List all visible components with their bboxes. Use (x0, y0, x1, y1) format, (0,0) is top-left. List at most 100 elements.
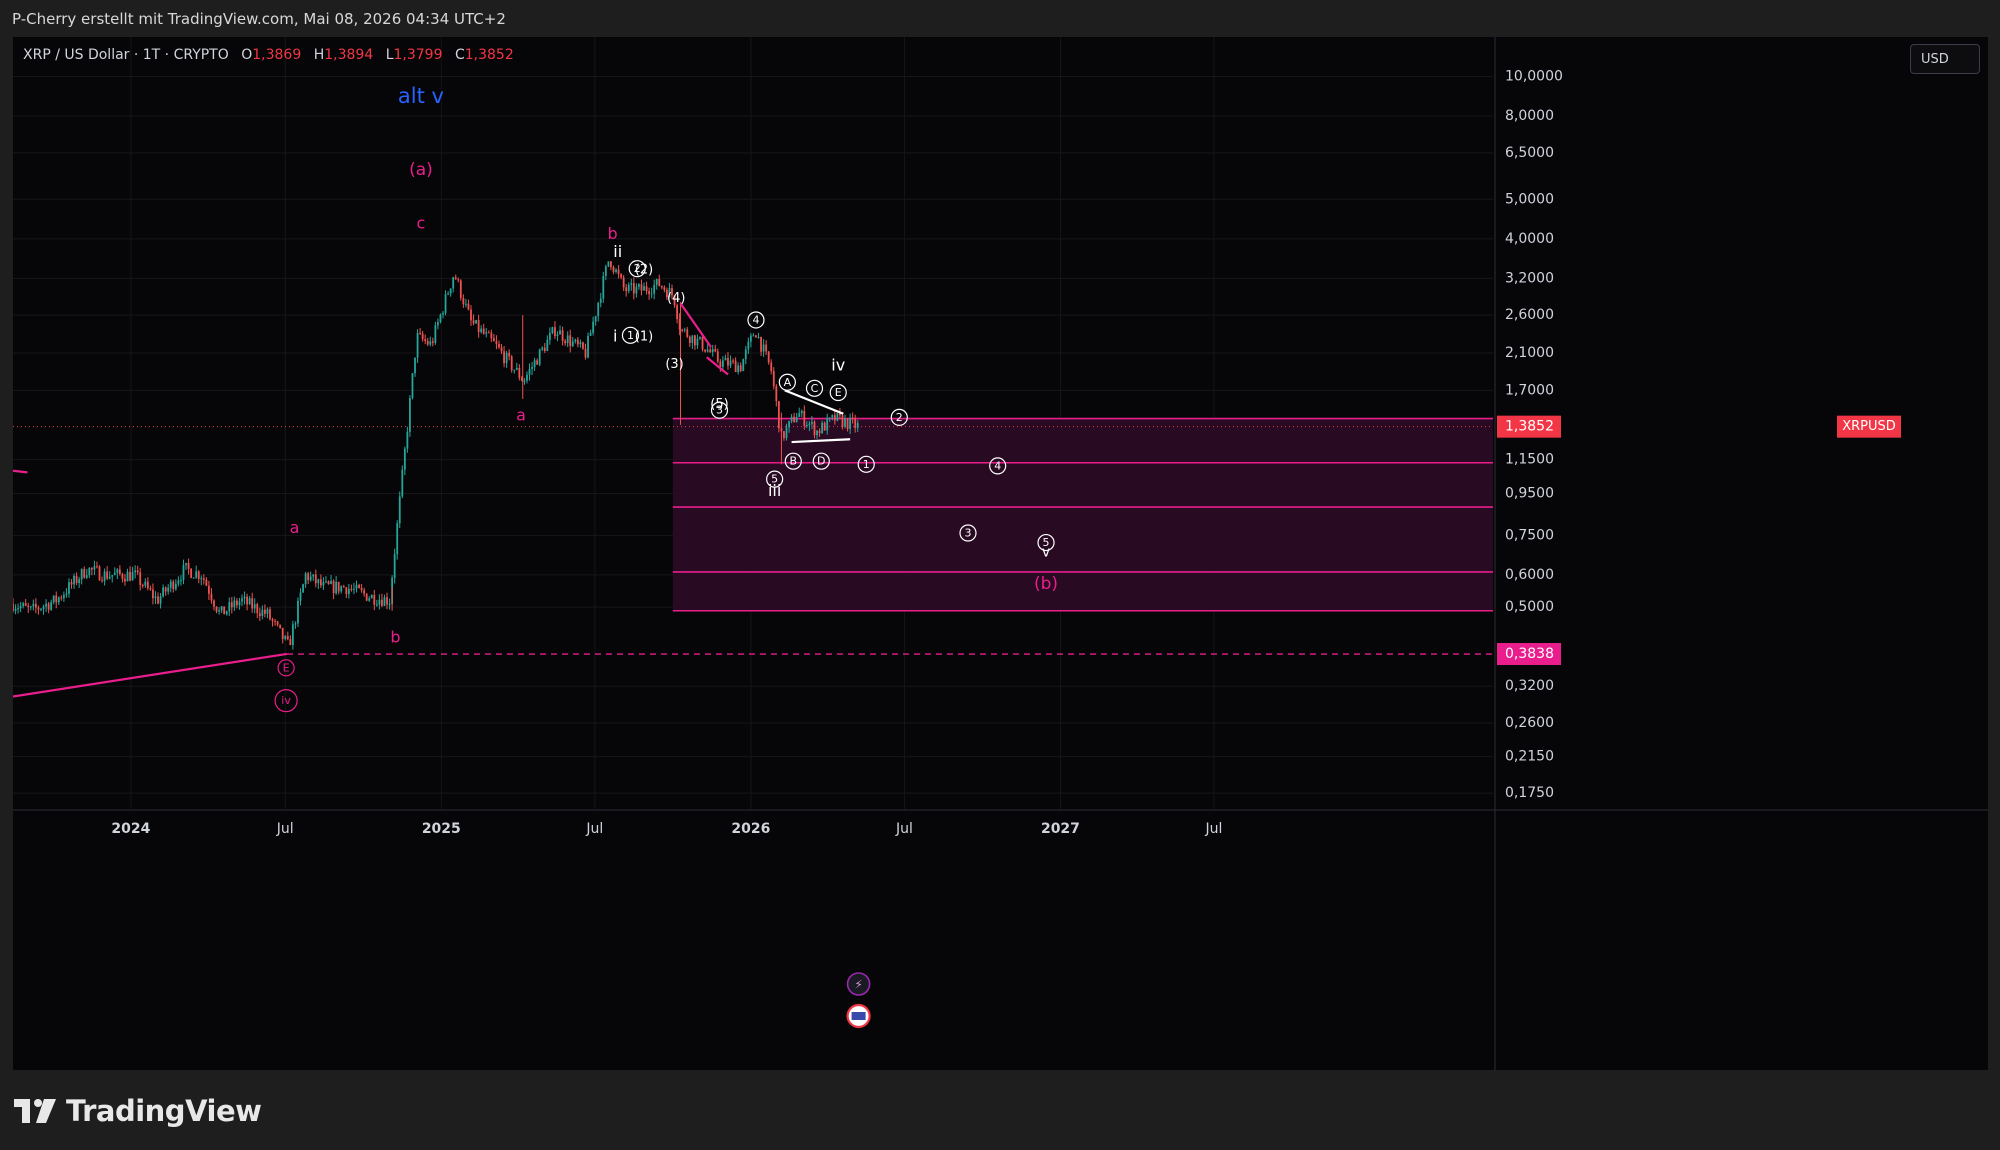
candle-body (180, 579, 182, 581)
wave-circle-label: 4 (994, 459, 1001, 472)
candle-body (503, 351, 505, 364)
candle-body (116, 569, 119, 573)
candle-body (495, 341, 498, 344)
candle-body (342, 586, 345, 588)
candle-body (508, 352, 511, 357)
candle-body (813, 421, 816, 436)
candle-body (849, 417, 852, 429)
candle-body (118, 569, 121, 574)
candle-body (437, 322, 439, 326)
price-tick-label: 1,1500 (1505, 452, 1554, 468)
candle-body (444, 294, 447, 313)
last-price-badge-label: 1,3852 (1505, 419, 1554, 435)
candle-body (325, 581, 327, 583)
wave-label: i (613, 326, 617, 345)
candle-body (498, 343, 500, 348)
candle-body (515, 367, 518, 370)
candle-body (34, 603, 37, 608)
wave-circle-label: E (283, 661, 290, 674)
candle-body (676, 305, 678, 320)
candle-body (650, 293, 653, 295)
candle-body (192, 577, 195, 579)
chart-frame[interactable]: alt v (a) c b ii i a a b (2) (1) (4) (3) (5) iii iv v (b)… (13, 37, 1988, 1070)
candle-body (772, 371, 775, 387)
candle-body (202, 578, 205, 580)
wave-label: a (290, 518, 300, 537)
close-label: C (454, 47, 465, 63)
candle-body (734, 360, 737, 373)
candle-body (655, 278, 658, 285)
candle-body (195, 571, 198, 578)
candle-body (574, 339, 577, 342)
candle-body (454, 277, 457, 280)
tradingview-logo[interactable]: TradingView (14, 1094, 262, 1128)
candle-body (96, 566, 98, 568)
candle-body (582, 342, 584, 349)
candle-body (599, 298, 602, 303)
wave-label: iv (831, 356, 845, 375)
time-tick-label: 2025 (422, 821, 461, 837)
candle-body (187, 562, 190, 569)
candle-body (459, 280, 462, 299)
candle-body (714, 349, 717, 352)
candle-body (365, 593, 368, 601)
candle-body (185, 562, 187, 566)
candle-body (131, 572, 134, 581)
candle-body (434, 325, 437, 343)
candle-body (846, 418, 849, 429)
candle-body (739, 365, 742, 372)
candle-body (584, 348, 587, 358)
candle-body (645, 286, 648, 292)
candle-body (788, 421, 790, 428)
candle-body (564, 340, 567, 344)
candle-body (414, 357, 416, 374)
currency-button[interactable]: USD (1910, 44, 1980, 74)
candle-body (65, 593, 68, 595)
lightning-glyph: ⚡ (854, 978, 862, 992)
candle-body (307, 573, 310, 581)
candle-body (378, 599, 381, 605)
candle-body (429, 341, 432, 345)
candle-body (709, 349, 712, 353)
candle-body (566, 335, 569, 344)
candle-body (406, 431, 409, 449)
candle-body (129, 571, 131, 581)
candle-body (487, 332, 490, 334)
candle-body (42, 606, 45, 609)
high-label: H (313, 47, 325, 63)
price-tick-label: 0,6000 (1505, 567, 1554, 583)
candle-body (556, 334, 559, 336)
wave-label: (b) (1034, 574, 1058, 594)
tradingview-wordmark: TradingView (66, 1094, 262, 1128)
candle-body (330, 580, 332, 585)
candle-body (347, 588, 350, 594)
candle-body (37, 607, 40, 610)
candle-body (269, 609, 271, 620)
wave-circle-label: 1 (863, 458, 870, 471)
candle-body (411, 373, 414, 399)
candle-body (101, 580, 103, 582)
candle-body (770, 362, 773, 372)
candle-body (350, 588, 353, 590)
candle-body (215, 606, 218, 612)
candle-body (393, 554, 396, 578)
candle-body (480, 328, 483, 333)
price-chart[interactable]: alt v(a)cbiiiaab(2)(1)(4)(3)(5)iiiivv(b)… (13, 37, 1988, 1070)
candle-body (470, 309, 472, 321)
xrpusd-badge-label: XRPUSD (1842, 419, 1896, 434)
candle-body (536, 360, 539, 365)
candle-body (749, 335, 752, 342)
wave-label: b (608, 224, 618, 243)
candle-body (190, 568, 193, 578)
candle-body (111, 575, 114, 577)
candle-body (14, 608, 17, 611)
candle-body (688, 336, 691, 343)
price-tick-label: 6,5000 (1505, 145, 1554, 161)
price-tick-label: 3,2000 (1505, 270, 1554, 286)
candle-body (811, 421, 813, 424)
candle-body (571, 341, 574, 347)
price-tick-label: 1,7000 (1505, 382, 1554, 398)
candle-body (60, 597, 63, 599)
candle-body (375, 604, 378, 606)
candle-body (319, 579, 322, 586)
